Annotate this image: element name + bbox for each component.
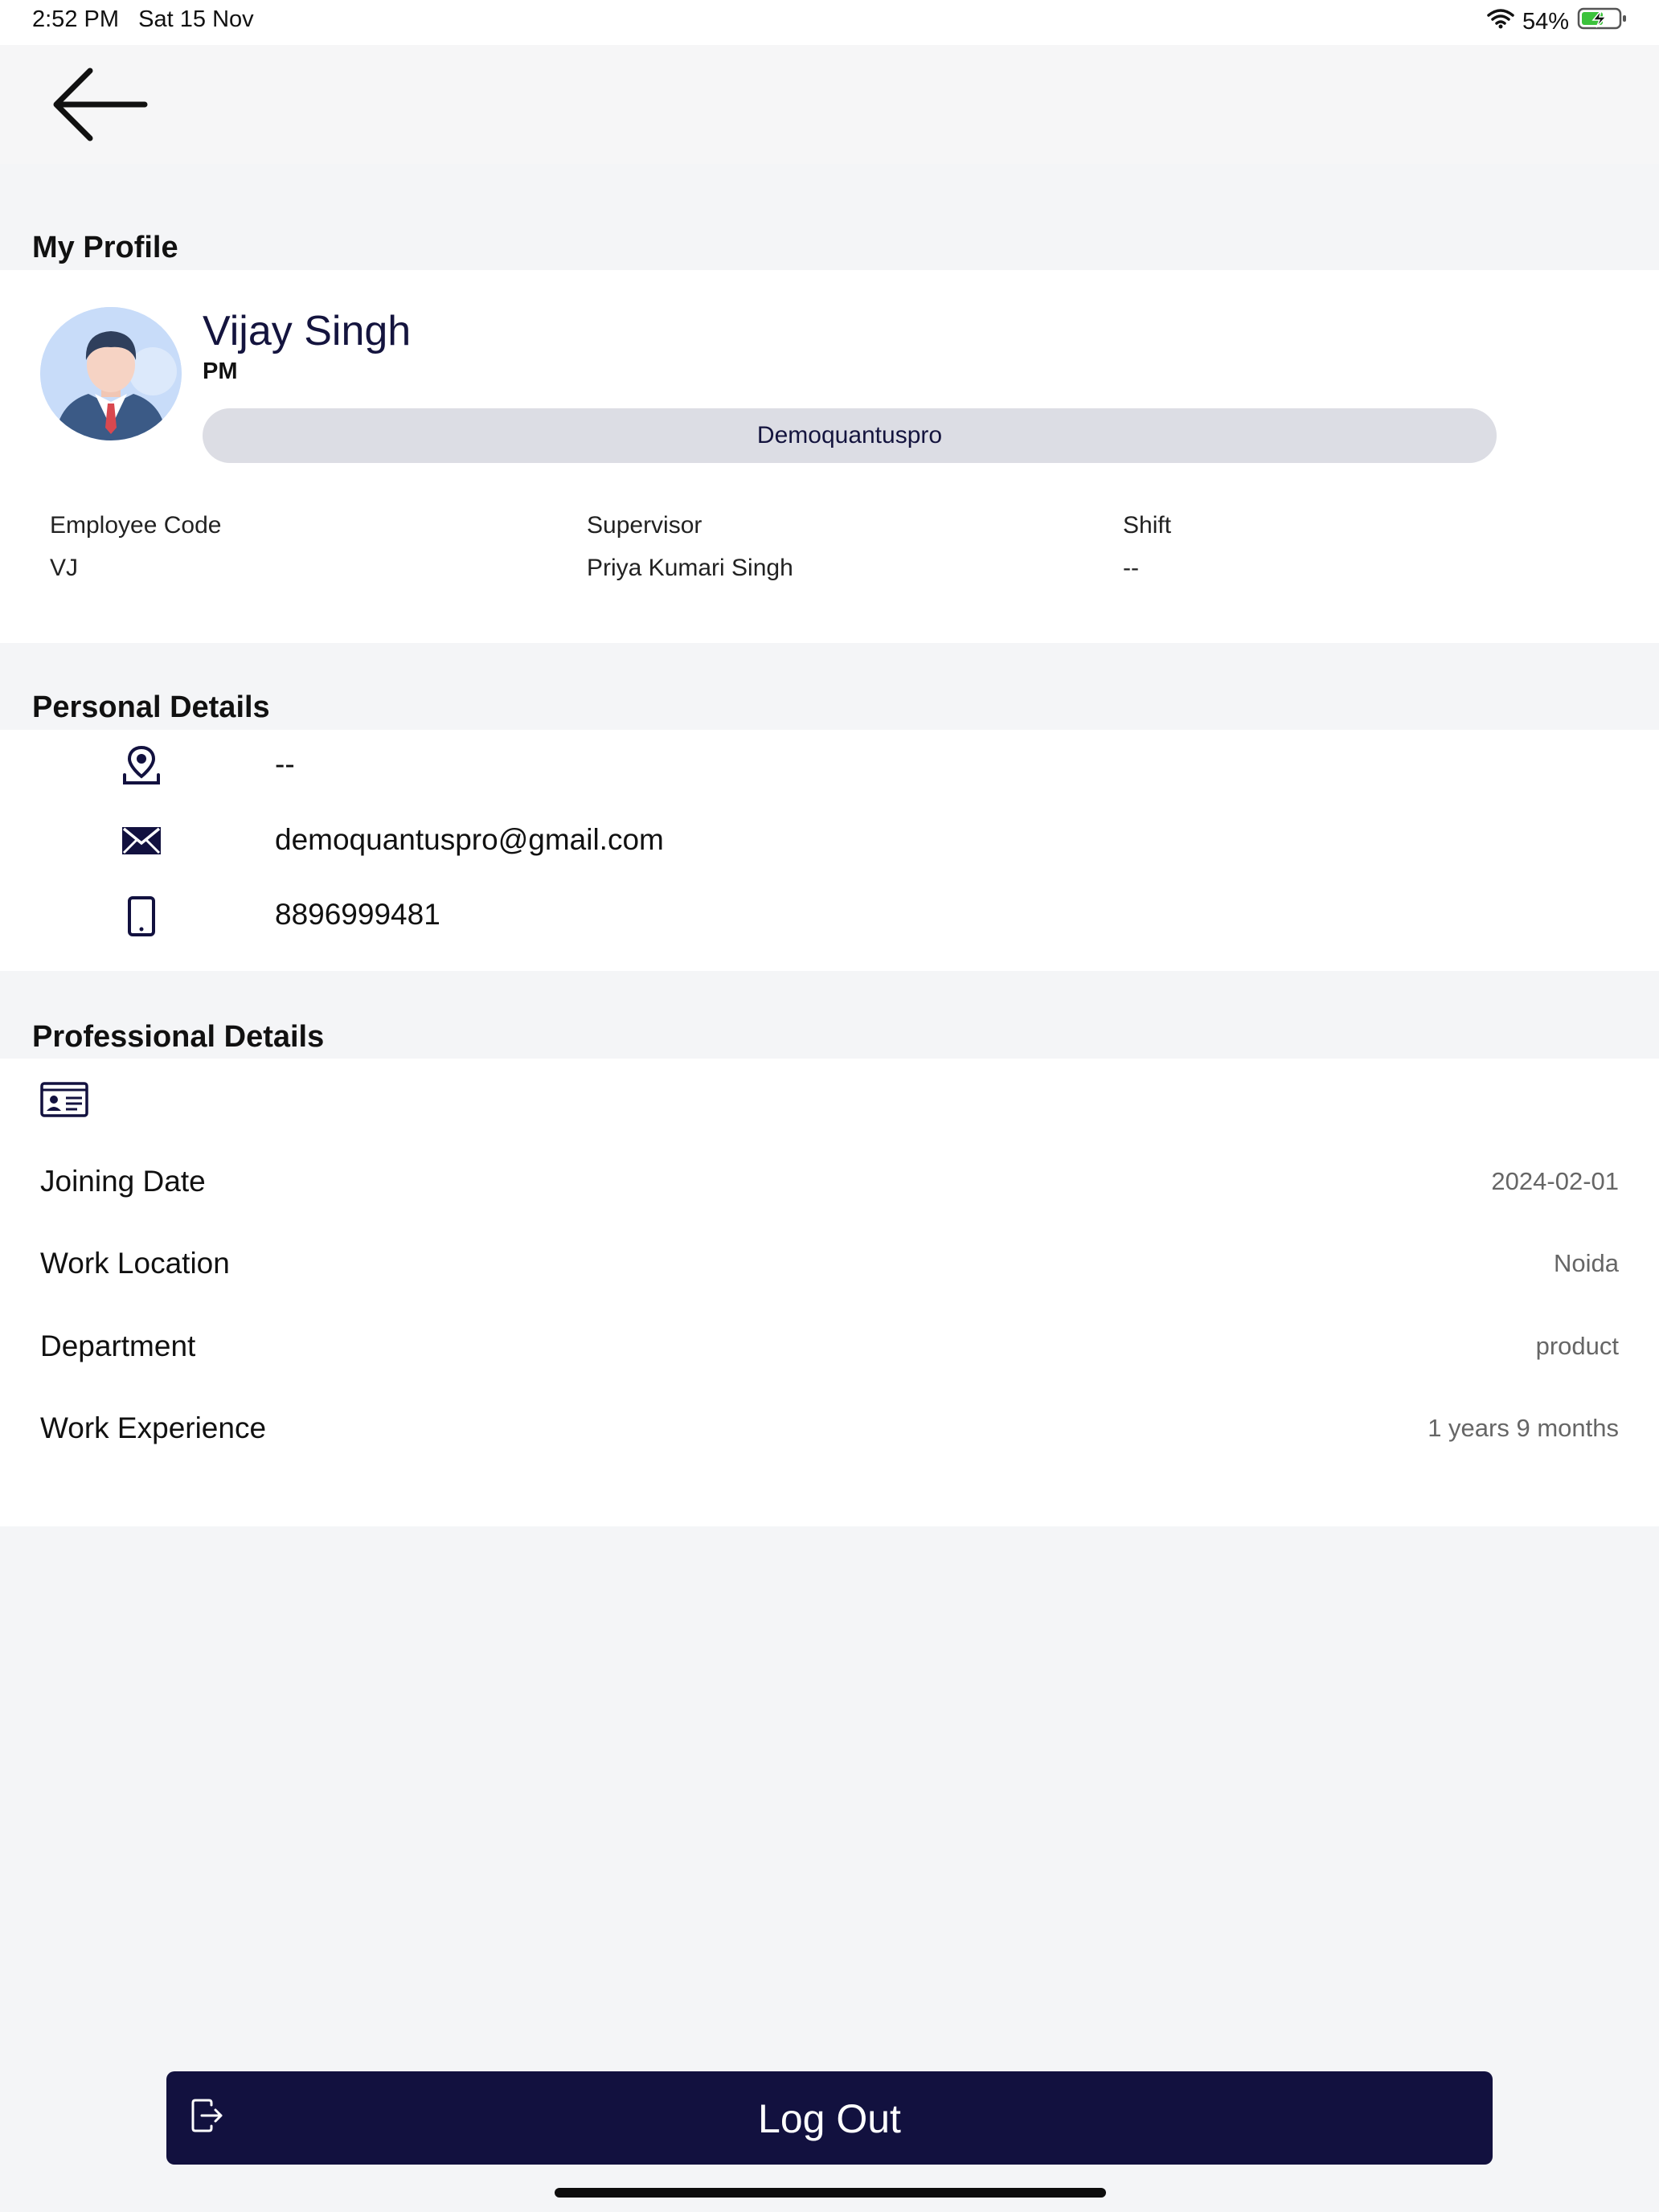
top-bar <box>0 45 1659 164</box>
company-badge: Demoquantuspro <box>203 408 1497 463</box>
status-time: 2:52 PM <box>32 6 119 32</box>
joining-date-value: 2024-02-01 <box>1491 1167 1619 1195</box>
supervisor-label: Supervisor <box>587 512 703 539</box>
battery-charging-icon <box>1577 6 1628 37</box>
personal-details-title: Personal Details <box>32 690 270 724</box>
professional-details-card <box>0 1059 1659 1526</box>
profile-role: PM <box>203 358 238 384</box>
avatar <box>40 307 182 440</box>
battery-percent: 54% <box>1522 8 1569 35</box>
location-pin-icon <box>119 743 164 788</box>
status-date: Sat 15 Nov <box>138 6 254 32</box>
department-label: Department <box>40 1329 196 1362</box>
back-arrow-icon <box>53 68 148 141</box>
employee-code-value: VJ <box>50 555 79 581</box>
employee-code-label: Employee Code <box>50 512 222 539</box>
mail-icon <box>119 818 164 863</box>
status-time-date: 2:52 PM Sat 15 Nov <box>32 6 254 33</box>
home-indicator[interactable] <box>555 2188 1106 2198</box>
logout-label: Log Out <box>758 2096 901 2141</box>
logout-button[interactable]: Log Out <box>166 2071 1493 2165</box>
status-indicators: 54% <box>1487 6 1628 37</box>
department-value: product <box>1535 1332 1619 1360</box>
work-location-label: Work Location <box>40 1247 230 1280</box>
professional-details-title: Professional Details <box>32 1020 325 1054</box>
work-location-value: Noida <box>1554 1249 1619 1277</box>
phone-value: 8896999481 <box>275 898 440 931</box>
phone-icon <box>119 894 164 939</box>
user-avatar-icon <box>40 307 182 440</box>
id-card-icon <box>40 1082 88 1121</box>
back-button[interactable] <box>48 64 153 145</box>
work-experience-label: Work Experience <box>40 1411 267 1444</box>
shift-value: -- <box>1123 555 1139 581</box>
personal-details-card <box>0 730 1659 971</box>
work-experience-value: 1 years 9 months <box>1428 1414 1619 1442</box>
wifi-icon <box>1487 8 1514 35</box>
shift-label: Shift <box>1123 512 1172 539</box>
supervisor-value: Priya Kumari Singh <box>587 555 793 581</box>
address-value: -- <box>275 748 295 780</box>
email-value: demoquantuspro@gmail.com <box>275 823 664 856</box>
my-profile-title: My Profile <box>32 231 178 264</box>
profile-name: Vijay Singh <box>203 308 412 354</box>
joining-date-label: Joining Date <box>40 1165 206 1198</box>
